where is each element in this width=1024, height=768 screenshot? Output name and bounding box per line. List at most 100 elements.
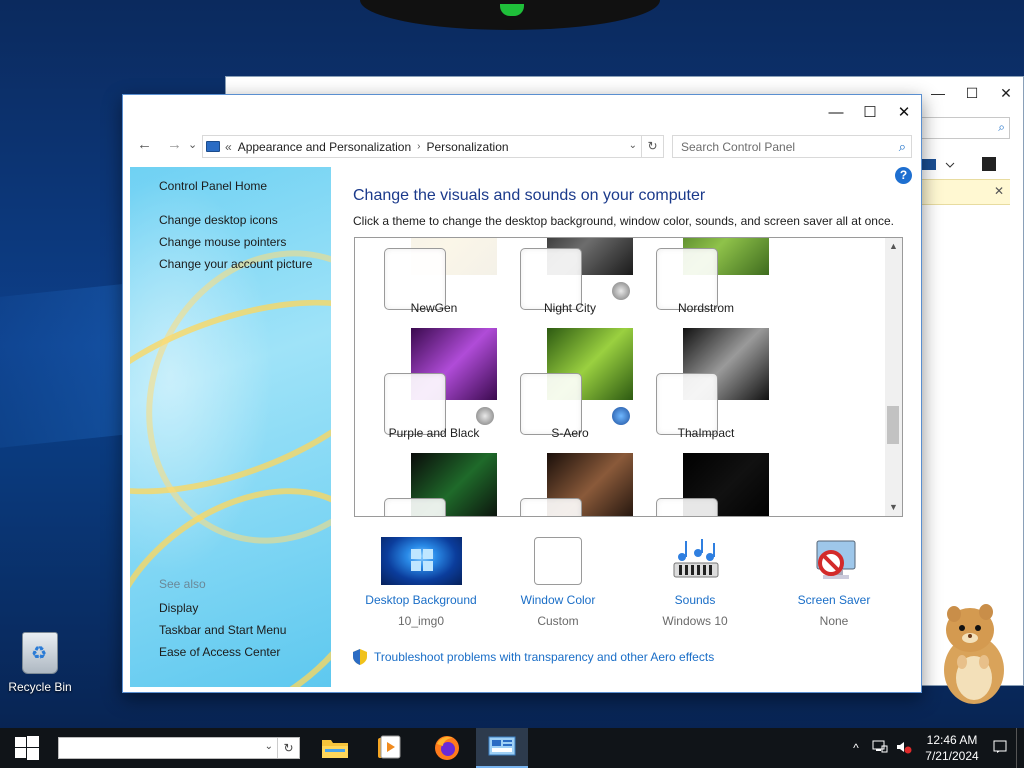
volume-muted-icon[interactable] bbox=[892, 740, 916, 757]
screen-saver-value: None bbox=[819, 614, 849, 628]
theme-badge-icon bbox=[612, 282, 630, 300]
personalization-window[interactable]: — ☐ ✕ ← → ⌄ « Appearance and Personaliza… bbox=[122, 94, 922, 693]
theme-badge-icon bbox=[612, 407, 630, 425]
theme-tile[interactable]: Nordstrom bbox=[641, 238, 771, 323]
window-color-option[interactable]: Window Color Custom bbox=[488, 537, 628, 628]
windows-logo-icon bbox=[15, 736, 39, 760]
media-player-taskbar-button[interactable] bbox=[363, 728, 415, 768]
troubleshoot-link[interactable]: Troubleshoot problems with transparency … bbox=[353, 649, 714, 665]
bg-maximize-button[interactable]: ☐ bbox=[955, 77, 989, 109]
file-explorer-taskbar-button[interactable] bbox=[309, 728, 361, 768]
shield-icon bbox=[353, 649, 367, 665]
taskbar-search-refresh-icon[interactable]: ↻ bbox=[277, 738, 299, 758]
desktop-background-thumbnail[interactable] bbox=[380, 537, 462, 585]
theme-name: Purple and Black bbox=[388, 426, 480, 440]
back-arrow-icon[interactable]: ← bbox=[137, 136, 152, 153]
show-desktop-button[interactable] bbox=[1016, 728, 1024, 768]
search-icon[interactable]: ⌕ bbox=[899, 139, 906, 155]
sidebar: Control Panel Home Change desktop icons … bbox=[130, 167, 331, 687]
theme-tile[interactable] bbox=[505, 453, 635, 516]
firefox-taskbar-button[interactable] bbox=[421, 728, 473, 768]
bg-close-button[interactable]: ✕ bbox=[989, 77, 1023, 109]
page-title: Change the visuals and sounds on your co… bbox=[353, 187, 706, 204]
sounds-option[interactable]: Sounds Windows 10 bbox=[625, 537, 765, 628]
theme-tile[interactable]: S-Aero bbox=[505, 328, 635, 448]
title-bar[interactable]: — ☐ ✕ bbox=[123, 95, 921, 129]
start-button[interactable] bbox=[0, 728, 54, 768]
desktop-background-link[interactable]: Desktop Background bbox=[351, 593, 491, 607]
see-also-section: See also Display Taskbar and Start Menu … bbox=[159, 577, 286, 667]
theme-color-swatch bbox=[656, 498, 718, 516]
troubleshoot-link-label[interactable]: Troubleshoot problems with transparency … bbox=[374, 650, 714, 664]
address-bar[interactable]: « Appearance and Personalization › Perso… bbox=[202, 135, 664, 158]
desktop-background-option[interactable]: Desktop Background 10_img0 bbox=[351, 537, 491, 628]
address-dropdown-icon[interactable]: ⌄ bbox=[629, 140, 637, 151]
close-button[interactable]: ✕ bbox=[887, 95, 921, 129]
theme-tile[interactable]: Night City bbox=[505, 238, 635, 323]
network-icon[interactable] bbox=[868, 740, 892, 757]
main-content: ? Change the visuals and sounds on your … bbox=[353, 167, 913, 665]
screen-saver-option[interactable]: Screen Saver None bbox=[764, 537, 904, 628]
theme-tile[interactable]: ThaImpact bbox=[641, 328, 771, 448]
window-color-link[interactable]: Window Color bbox=[488, 593, 628, 607]
system-tray: ^ 12:46 AM 7/21/2024 bbox=[844, 728, 1024, 768]
overflow-icon[interactable]: « bbox=[225, 140, 232, 154]
notifications-icon[interactable] bbox=[988, 740, 1012, 757]
screen-saver-link[interactable]: Screen Saver bbox=[764, 593, 904, 607]
see-also-heading: See also bbox=[159, 577, 206, 591]
taskbar-search-dropdown-icon[interactable]: ⌄ bbox=[265, 741, 273, 752]
breadcrumb-personalization[interactable]: Personalization bbox=[427, 140, 509, 154]
sounds-link[interactable]: Sounds bbox=[625, 593, 765, 607]
desktop-background-value: 10_img0 bbox=[397, 614, 445, 628]
window-color-swatch[interactable] bbox=[534, 537, 582, 585]
minimize-button[interactable]: — bbox=[819, 95, 853, 129]
recent-locations-icon[interactable]: ⌄ bbox=[188, 138, 197, 151]
refresh-button[interactable]: ↻ bbox=[641, 136, 663, 157]
hamster-mascot-image bbox=[944, 604, 1004, 704]
scroll-down-icon[interactable]: ▼ bbox=[885, 499, 902, 516]
bg-search-input[interactable]: ⌕ bbox=[920, 117, 1010, 139]
forward-arrow-icon[interactable]: → bbox=[167, 136, 182, 153]
bg-minimize-button[interactable]: — bbox=[921, 77, 955, 109]
recycle-bin[interactable]: Recycle Bin bbox=[4, 632, 76, 694]
theme-name: S-Aero bbox=[551, 426, 589, 440]
theme-tile[interactable]: Purple and Black bbox=[369, 328, 499, 448]
sounds-icon[interactable] bbox=[670, 537, 720, 585]
breadcrumb-appearance[interactable]: Appearance and Personalization bbox=[238, 140, 411, 154]
background-window-controls: — ☐ ✕ bbox=[921, 77, 1023, 109]
theme-badge-icon bbox=[476, 407, 494, 425]
scroll-thumb[interactable] bbox=[887, 406, 899, 444]
screen-saver-icon[interactable] bbox=[809, 537, 859, 585]
sounds-value: Windows 10 bbox=[662, 614, 728, 628]
theme-name: NewGen bbox=[410, 301, 458, 315]
clock[interactable]: 12:46 AM 7/21/2024 bbox=[916, 732, 988, 764]
theme-tile[interactable] bbox=[369, 453, 499, 516]
taskbar-start-menu-link[interactable]: Taskbar and Start Menu bbox=[159, 623, 286, 637]
theme-tile[interactable] bbox=[641, 453, 771, 516]
display-link[interactable]: Display bbox=[159, 601, 286, 615]
theme-list[interactable]: ThaImpact S-Aero Purple and Black Nordstrom… bbox=[354, 237, 903, 517]
maximize-button[interactable]: ☐ bbox=[853, 95, 887, 129]
theme-tile[interactable]: NewGen bbox=[369, 238, 499, 323]
theme-list-scrollbar[interactable]: ▲ ▼ bbox=[885, 238, 902, 516]
change-desktop-icons-link[interactable]: Change desktop icons bbox=[159, 213, 312, 227]
page-description: Click a theme to change the desktop back… bbox=[353, 214, 894, 228]
taskbar: ⌄ ↻ ^ 12:46 AM 7/21/2024 bbox=[0, 728, 1024, 768]
theme-options: Desktop Background 10_img0 Window Color … bbox=[353, 537, 913, 637]
taskbar-search-input[interactable]: ⌄ ↻ bbox=[58, 737, 300, 759]
help-icon[interactable]: ? bbox=[895, 167, 912, 184]
scroll-up-icon[interactable]: ▲ bbox=[885, 238, 902, 255]
control-panel-taskbar-button[interactable] bbox=[476, 728, 528, 768]
firefox-icon bbox=[435, 736, 459, 760]
ease-of-access-link[interactable]: Ease of Access Center bbox=[159, 645, 286, 659]
search-input[interactable]: Search Control Panel ⌕ bbox=[672, 135, 912, 158]
change-mouse-pointers-link[interactable]: Change mouse pointers bbox=[159, 235, 312, 249]
show-hidden-icons-icon[interactable]: ^ bbox=[844, 741, 868, 755]
control-panel-home-link[interactable]: Control Panel Home bbox=[159, 179, 312, 193]
theme-color-swatch bbox=[384, 498, 446, 516]
breadcrumb-separator-icon[interactable]: › bbox=[417, 141, 420, 152]
theme-name: Night City bbox=[543, 301, 596, 315]
bg-info-close-icon[interactable]: ✕ bbox=[994, 184, 1004, 198]
recycle-bin-label: Recycle Bin bbox=[8, 680, 72, 694]
change-account-picture-link[interactable]: Change your account picture bbox=[159, 257, 312, 271]
